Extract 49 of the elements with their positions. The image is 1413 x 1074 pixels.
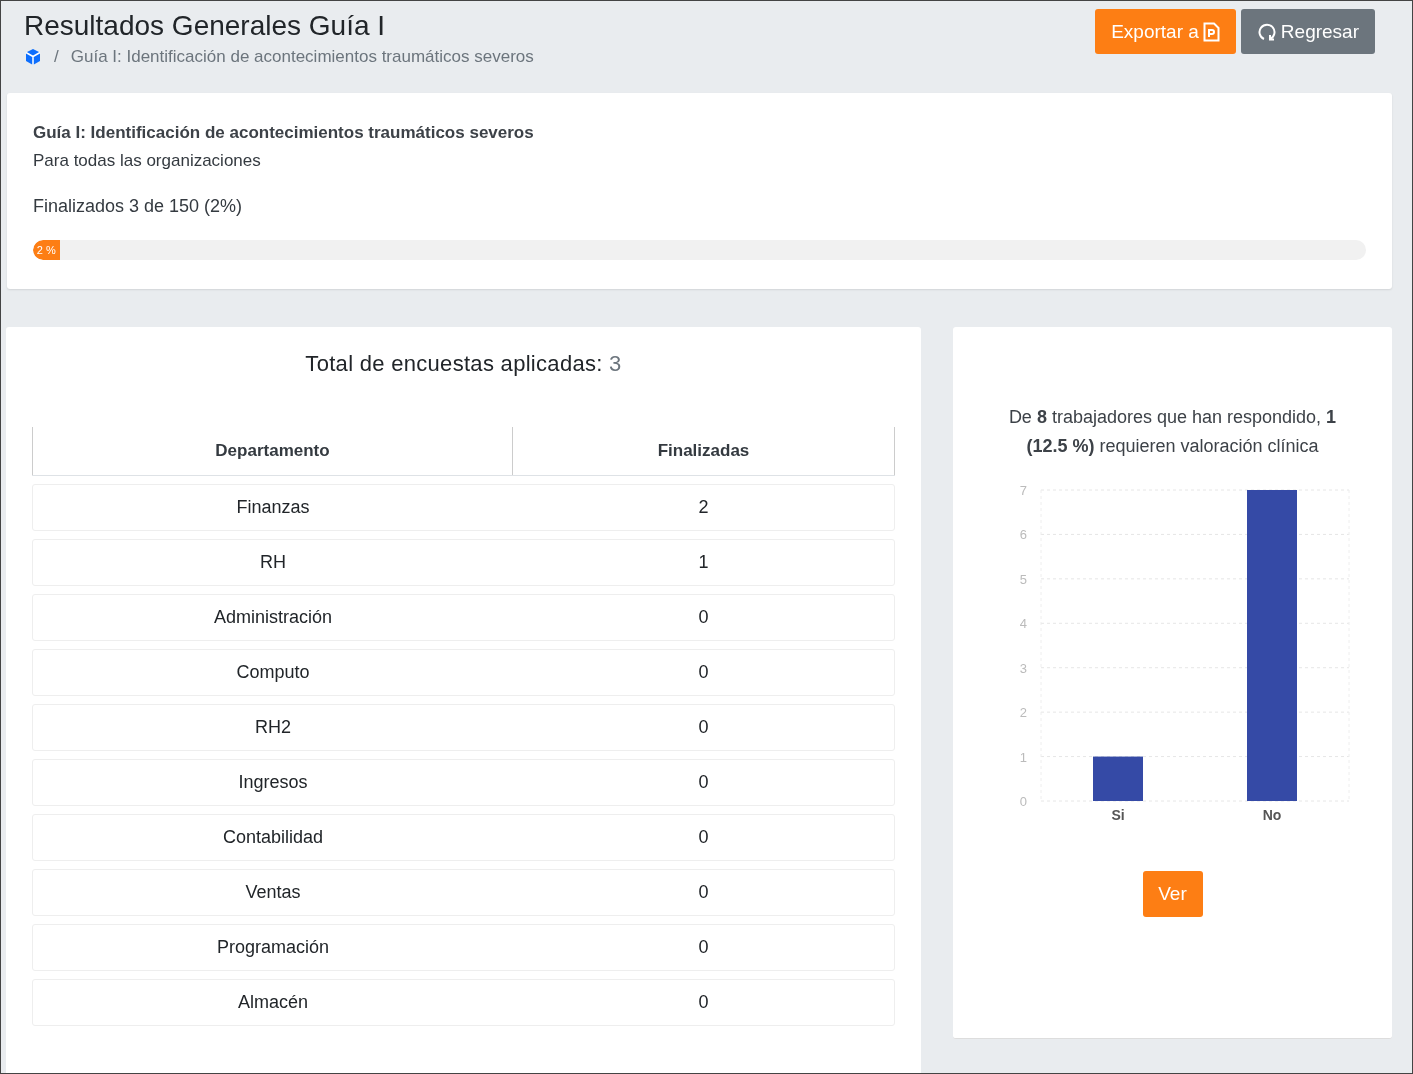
- finished-count: 0: [698, 772, 709, 792]
- breadcrumb-link[interactable]: Guía I: Identificación de acontecimientos traumáticos severos: [70, 47, 534, 67]
- clinical-summary: De 8 trabajadores que han respondido, 1 (12.5 %) requieren valoración clínica: [1007, 406, 1338, 458]
- progress-fill: 2 %: [33, 240, 60, 260]
- department-name: Administración: [213, 607, 332, 627]
- total-count: 3: [609, 351, 622, 376]
- refresh-icon: [1256, 21, 1277, 42]
- department-name: Almacén: [238, 992, 308, 1012]
- department-name: Programación: [216, 937, 330, 957]
- department-name: Finanzas: [236, 497, 310, 517]
- y-axis-label: 0: [1019, 794, 1027, 809]
- back-button[interactable]: Regresar: [1240, 9, 1375, 54]
- survey-subtitle: Para todas las organizaciones: [33, 151, 262, 171]
- x-axis-label: Si: [1111, 807, 1125, 823]
- finished-count: 0: [698, 607, 709, 627]
- y-axis-label: 7: [1019, 483, 1027, 498]
- progress-text: Finalizados 3 de 150 (2%): [33, 196, 244, 217]
- finished-count: 0: [698, 992, 709, 1012]
- view-button[interactable]: Ver: [1142, 871, 1203, 917]
- page-title: Resultados Generales Guía I: [24, 9, 387, 43]
- survey-title: Guía I: Identificación de acontecimientos traumáticos severos: [33, 123, 535, 143]
- finished-count: 0: [698, 662, 709, 682]
- finished-count: 0: [698, 827, 709, 847]
- cube-icon[interactable]: [24, 48, 42, 66]
- y-axis-label: 2: [1019, 705, 1027, 721]
- department-name: Contabilidad: [222, 827, 324, 847]
- y-axis-label: 5: [1019, 571, 1027, 587]
- finished-count: 2: [698, 497, 709, 517]
- finished-count: 1: [698, 552, 709, 572]
- department-name: Computo: [236, 662, 310, 682]
- finished-count: 0: [698, 937, 709, 957]
- export-button[interactable]: Exportar a: [1095, 9, 1236, 54]
- column-header: Departamento: [32, 427, 512, 475]
- finished-count: 0: [698, 882, 709, 902]
- y-axis-label: 6: [1019, 527, 1027, 543]
- department-name: Ventas: [245, 882, 301, 902]
- department-name: Ingresos: [238, 772, 308, 792]
- chart-bar: [1093, 756, 1143, 801]
- department-name: RH2: [255, 717, 291, 737]
- y-axis-label: 3: [1019, 660, 1027, 676]
- finished-count: 0: [698, 717, 709, 737]
- breadcrumb-separator: /: [54, 47, 59, 67]
- department-name: RH: [260, 552, 286, 572]
- total-label: Total de encuestas aplicadas:: [305, 351, 603, 376]
- y-axis-label: 1: [1019, 749, 1027, 765]
- column-header: Finalizadas: [512, 427, 895, 475]
- pdf-file-icon: [1202, 21, 1220, 42]
- x-axis-label: No: [1262, 807, 1282, 823]
- y-axis-label: 4: [1019, 616, 1027, 632]
